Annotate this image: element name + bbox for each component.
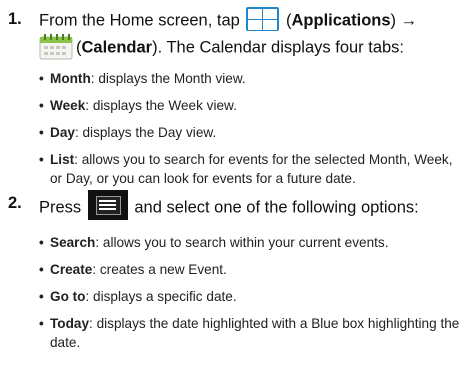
bullet-text: : creates a new Event. xyxy=(92,262,227,277)
step-2-number: 2. xyxy=(8,194,22,212)
bullet-text: : displays the date highlighted with a B… xyxy=(50,316,460,350)
step-1-line-1: From the Home screen, tap (Applications)… xyxy=(39,7,418,33)
bullet-text: : displays the Week view. xyxy=(85,98,237,113)
step-2-line-1: Press and select one of the following op… xyxy=(39,190,419,223)
bullet: • xyxy=(39,262,44,277)
bullet-term: Month xyxy=(50,71,91,86)
applications-label: Applications xyxy=(291,11,391,30)
paren-close-arrow: ) → xyxy=(390,11,418,30)
step-2-lead-text: Press xyxy=(39,198,82,217)
step-1-tail-text: ). The Calendar displays four tabs: xyxy=(152,38,405,57)
bullet-term: List xyxy=(50,152,75,167)
bullet-text: : displays the Day view. xyxy=(74,125,217,140)
calendar-label: Calendar xyxy=(81,38,153,57)
bullet: • xyxy=(39,71,44,86)
bullet: • xyxy=(39,289,44,304)
bullet: • xyxy=(39,235,44,250)
bullet-text: : allows you to search within your curre… xyxy=(95,235,389,250)
bullet-text: : allows you to search for events for th… xyxy=(50,152,453,186)
step-1-number: 1. xyxy=(8,10,22,28)
bullet-term: Go to xyxy=(50,289,86,304)
calendar-icon xyxy=(39,34,73,60)
bullet-term: Search xyxy=(50,235,96,250)
bullet-term: Create xyxy=(50,262,93,277)
bullet-term: Week xyxy=(50,98,86,113)
menu-key-icon xyxy=(87,190,128,220)
bullet-term: Day xyxy=(50,125,75,140)
step-1-line-2: (Calendar). The Calendar displays four t… xyxy=(39,34,405,61)
manual-page: 1. From the Home screen, tap (Applicatio… xyxy=(0,0,472,379)
step-1-lead-text: From the Home screen, tap xyxy=(39,11,240,30)
applications-grid-icon xyxy=(246,7,280,31)
bullet-text: : displays the Month view. xyxy=(90,71,246,86)
bullet: • xyxy=(39,152,44,167)
bullet-text: : displays a specific date. xyxy=(85,289,237,304)
step-2-tail-text: and select one of the following options: xyxy=(134,198,419,217)
bullet: • xyxy=(39,125,44,140)
bullet-term: Today xyxy=(50,316,90,331)
bullet: • xyxy=(39,316,44,331)
bullet: • xyxy=(39,98,44,113)
